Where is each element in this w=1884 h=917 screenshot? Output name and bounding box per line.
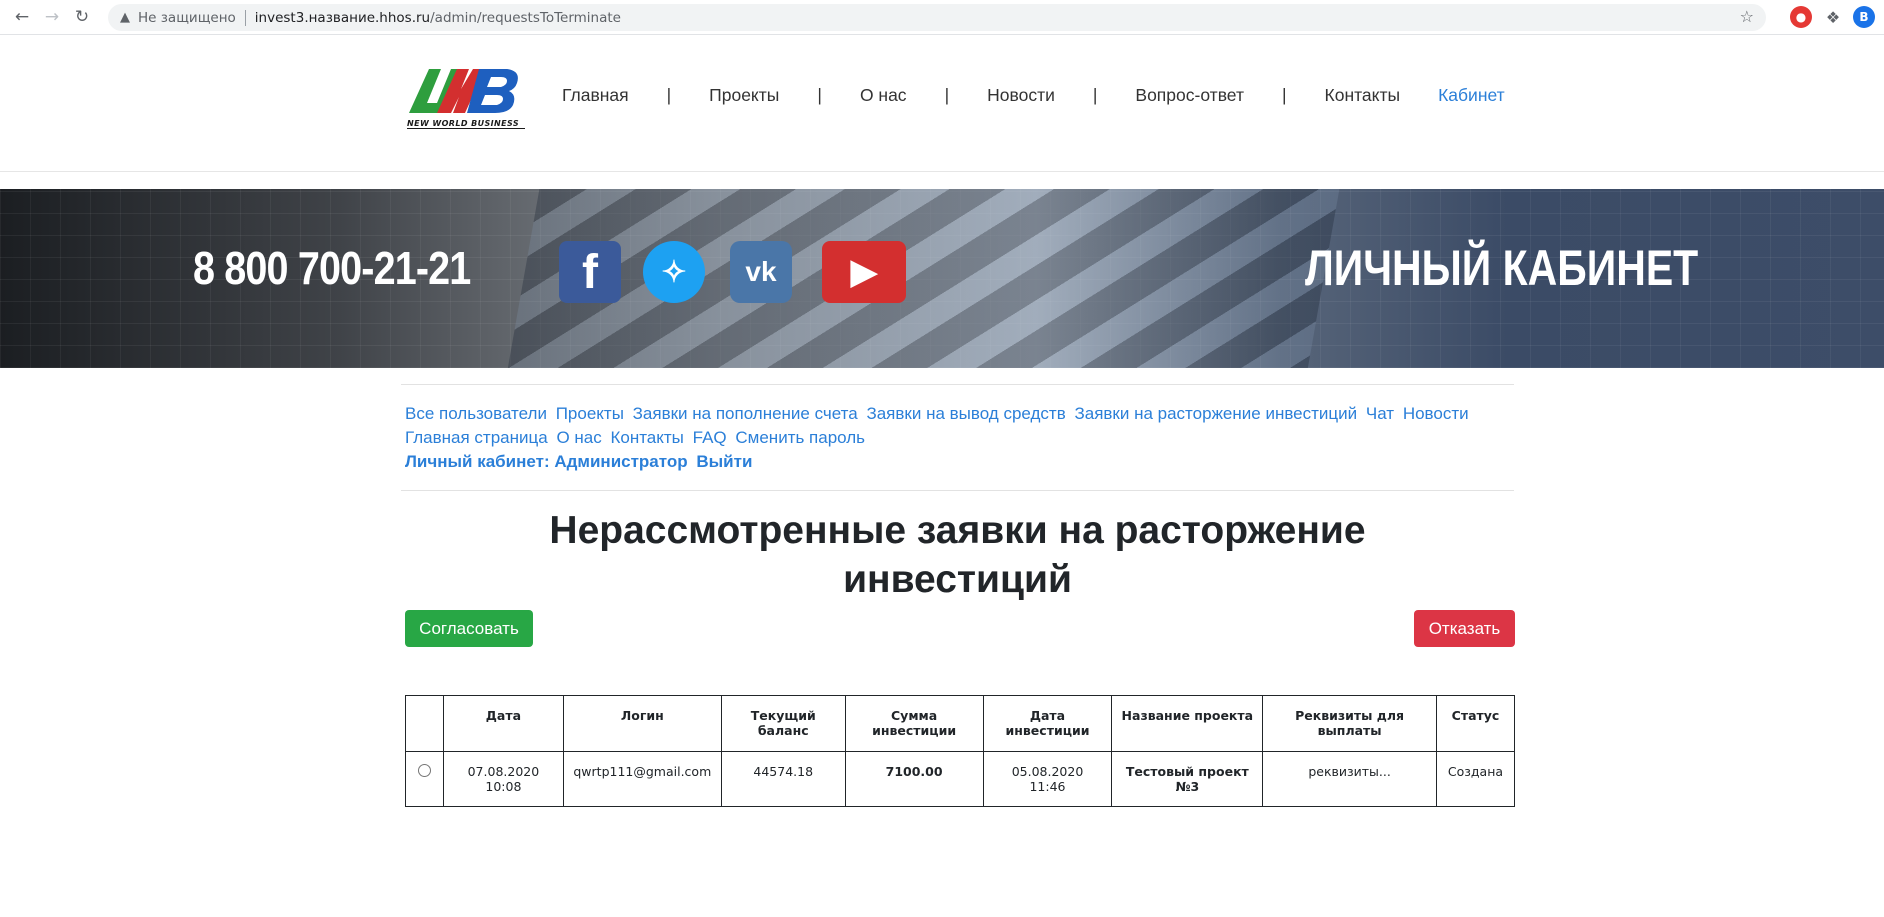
nav-separator: | xyxy=(944,85,950,105)
site-header: NEW WORLD BUSINESS Главная | Проекты | О… xyxy=(0,35,1884,172)
url-path[interactable]: /admin/requestsToTerminate xyxy=(430,10,621,26)
admin-link-faq[interactable]: FAQ xyxy=(693,428,727,447)
admin-link-deposit-requests[interactable]: Заявки на пополнение счета xyxy=(633,404,858,423)
column-header-date: Дата xyxy=(442,695,564,752)
admin-link-users[interactable]: Все пользователи xyxy=(405,404,547,423)
logo-subtitle: NEW WORLD BUSINESS xyxy=(407,119,525,129)
page-title: Нерассмотренные заявки на расторжение ин… xyxy=(401,506,1514,604)
profile-avatar[interactable]: B xyxy=(1853,6,1875,28)
admin-link-withdraw-requests[interactable]: Заявки на вывод средств xyxy=(866,404,1065,423)
omnibox-divider xyxy=(244,9,246,26)
extensions-puzzle-icon[interactable]: ❖ xyxy=(1822,6,1844,28)
nav-item-news[interactable]: Новости xyxy=(987,85,1055,106)
admin-cabinet-link[interactable]: Личный кабинет: Администратор xyxy=(405,452,688,471)
admin-link-news[interactable]: Новости xyxy=(1403,404,1469,423)
hero-banner: 8 800 700-21-21 f ✧ vk ▶ ЛИЧНЫЙ КАБИНЕТ xyxy=(0,189,1884,368)
column-header-status: Статус xyxy=(1435,695,1516,752)
admin-link-projects[interactable]: Проекты xyxy=(556,404,624,423)
cell-investment-date-time: 11:46 xyxy=(1029,779,1066,794)
cell-sum: 7100.00 xyxy=(844,751,984,807)
twitter-icon[interactable]: ✧ xyxy=(643,241,705,303)
vk-icon[interactable]: vk xyxy=(730,241,792,303)
url-host[interactable]: invest3.название.hhos.ru xyxy=(255,10,430,26)
page-title-line1: Нерассмотренные заявки на расторжение xyxy=(549,509,1366,552)
main-navigation: Главная | Проекты | О нас | Новости | Во… xyxy=(562,85,1505,106)
row-select-cell xyxy=(405,751,444,807)
banner-building-image xyxy=(493,189,1347,368)
cell-balance: 44574.18 xyxy=(720,751,846,807)
logo-mark-icon xyxy=(409,69,518,113)
site-logo[interactable]: NEW WORLD BUSINESS xyxy=(407,63,525,133)
cell-date-day: 07.08.2020 xyxy=(467,764,540,779)
forward-icon[interactable]: → xyxy=(38,3,66,31)
back-icon[interactable]: ← xyxy=(8,3,36,31)
browser-toolbar: ← → ↻ ▲ Не защищено invest3.название.hho… xyxy=(0,0,1884,35)
banner-title: ЛИЧНЫЙ КАБИНЕТ xyxy=(1305,240,1699,296)
column-header-select xyxy=(405,695,444,752)
column-header-investment-date: Дата инвестиции xyxy=(982,695,1113,752)
cell-login: qwrtp111@gmail.com xyxy=(562,751,722,807)
adblock-extension-icon[interactable]: ● xyxy=(1790,6,1812,28)
nav-separator: | xyxy=(666,85,672,105)
cell-requisites: реквизиты... xyxy=(1262,751,1437,807)
reload-icon[interactable]: ↻ xyxy=(68,3,96,31)
admin-link-about[interactable]: О нас xyxy=(556,428,601,447)
column-header-project: Название проекта xyxy=(1111,695,1264,752)
nav-item-projects[interactable]: Проекты xyxy=(709,85,779,106)
row-select-radio[interactable] xyxy=(417,764,431,777)
cell-date: 07.08.2020 10:08 xyxy=(442,751,564,807)
admin-link-chat[interactable]: Чат xyxy=(1366,404,1394,423)
admin-link-change-password[interactable]: Сменить пароль xyxy=(735,428,865,447)
address-bar[interactable]: ▲ Не защищено invest3.название.hhos.ru/a… xyxy=(108,4,1766,31)
reject-button[interactable]: Отказать xyxy=(1414,610,1515,647)
nav-item-home[interactable]: Главная xyxy=(562,85,629,106)
cell-investment-date: 05.08.2020 11:46 xyxy=(982,751,1113,807)
admin-menu: Все пользователи Проекты Заявки на попол… xyxy=(401,384,1514,491)
facebook-icon[interactable]: f xyxy=(559,241,621,303)
nav-separator: | xyxy=(1281,85,1287,105)
column-header-login: Логин xyxy=(562,695,722,752)
cell-status: Создана xyxy=(1435,751,1516,807)
column-header-sum: Сумма инвестиции xyxy=(844,695,984,752)
nav-item-about[interactable]: О нас xyxy=(860,85,907,106)
column-header-balance: Текущий баланс xyxy=(720,695,846,752)
nav-separator: | xyxy=(817,85,822,105)
column-header-requisites: Реквизиты для выплаты xyxy=(1262,695,1437,752)
admin-link-homepage[interactable]: Главная страница xyxy=(405,428,548,447)
logout-link[interactable]: Выйти xyxy=(696,452,752,471)
admin-link-terminate-requests[interactable]: Заявки на расторжение инвестиций xyxy=(1074,404,1357,423)
warning-icon[interactable]: ▲ xyxy=(120,10,130,25)
cell-project: Тестовый проект №3 xyxy=(1111,751,1264,807)
table-header-row: Дата Логин Текущий баланс Сумма инвестиц… xyxy=(405,695,1516,752)
requests-table: Дата Логин Текущий баланс Сумма инвестиц… xyxy=(405,695,1516,807)
nav-item-cabinet[interactable]: Кабинет xyxy=(1438,85,1505,106)
bookmark-star-icon[interactable]: ☆ xyxy=(1740,7,1754,26)
nav-separator: | xyxy=(1092,85,1098,105)
cell-investment-date-day: 05.08.2020 xyxy=(1011,764,1084,779)
cell-date-time: 10:08 xyxy=(485,779,522,794)
page-title-line2: инвестиций xyxy=(843,558,1072,601)
nav-item-contacts[interactable]: Контакты xyxy=(1325,85,1401,106)
table-row[interactable]: 07.08.2020 10:08 qwrtp111@gmail.com 4457… xyxy=(405,751,1516,807)
phone-number: 8 800 700-21-21 xyxy=(193,242,471,294)
approve-button[interactable]: Согласовать xyxy=(405,610,533,647)
youtube-icon[interactable]: ▶ xyxy=(822,241,906,303)
admin-link-contacts[interactable]: Контакты xyxy=(610,428,683,447)
nav-item-faq[interactable]: Вопрос-ответ xyxy=(1135,85,1244,106)
insecure-label[interactable]: Не защищено xyxy=(138,10,236,26)
